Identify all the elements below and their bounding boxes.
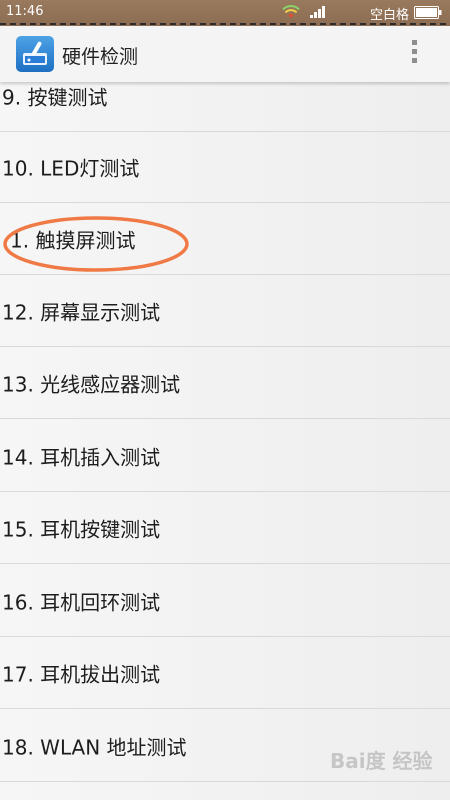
wifi-icon (282, 5, 300, 18)
list-item[interactable]: 17. 耳机拔出测试 (0, 637, 450, 709)
list-item[interactable]: 13. 光线感应器测试 (0, 347, 450, 419)
status-time: 11:46 (6, 4, 44, 19)
list-item[interactable]: 1. 触摸屏测试 (0, 203, 450, 275)
hardware-test-app-icon[interactable] (16, 36, 54, 72)
list-item-label: 13. 光线感应器测试 (2, 372, 181, 396)
list-item[interactable]: 12. 屏幕显示测试 (0, 275, 450, 347)
list-item-label: 14. 耳机插入测试 (2, 445, 161, 469)
list-item-label: 15. 耳机按键测试 (2, 517, 161, 541)
overflow-menu-icon[interactable] (409, 40, 419, 68)
list-item-label: 1. 触摸屏测试 (10, 228, 136, 252)
list-item[interactable]: 9. 按键测试 (0, 82, 450, 132)
status-divider (0, 23, 450, 25)
action-bar: 硬件检测 (0, 26, 450, 82)
list-item-label: 16. 耳机回环测试 (2, 590, 161, 614)
list-item[interactable]: 15. 耳机按键测试 (0, 492, 450, 564)
list-item[interactable]: 14. 耳机插入测试 (0, 420, 450, 492)
signal-icon (310, 6, 325, 18)
list-item-label: 17. 耳机拔出测试 (2, 662, 161, 686)
app-title: 硬件检测 (62, 46, 139, 68)
list-item-label: 18. WLAN 地址测试 (2, 735, 187, 759)
list-item[interactable]: 10. LED灯测试 (0, 131, 450, 203)
status-bar: 11:46 空白格 (0, 0, 450, 26)
list-item-label: 12. 屏幕显示测试 (2, 300, 161, 324)
test-list: 9. 按键测试 10. LED灯测试 1. 触摸屏测试 12. 屏幕显示测试 1… (0, 82, 450, 800)
list-item-label: 10. LED灯测试 (2, 156, 140, 180)
list-item[interactable]: 16. 耳机回环测试 (0, 565, 450, 637)
watermark: Bai度 经验 (330, 749, 433, 773)
list-item-label: 9. 按键测试 (2, 85, 108, 109)
carrier-name: 空白格 (370, 8, 410, 23)
battery-icon (414, 6, 442, 19)
